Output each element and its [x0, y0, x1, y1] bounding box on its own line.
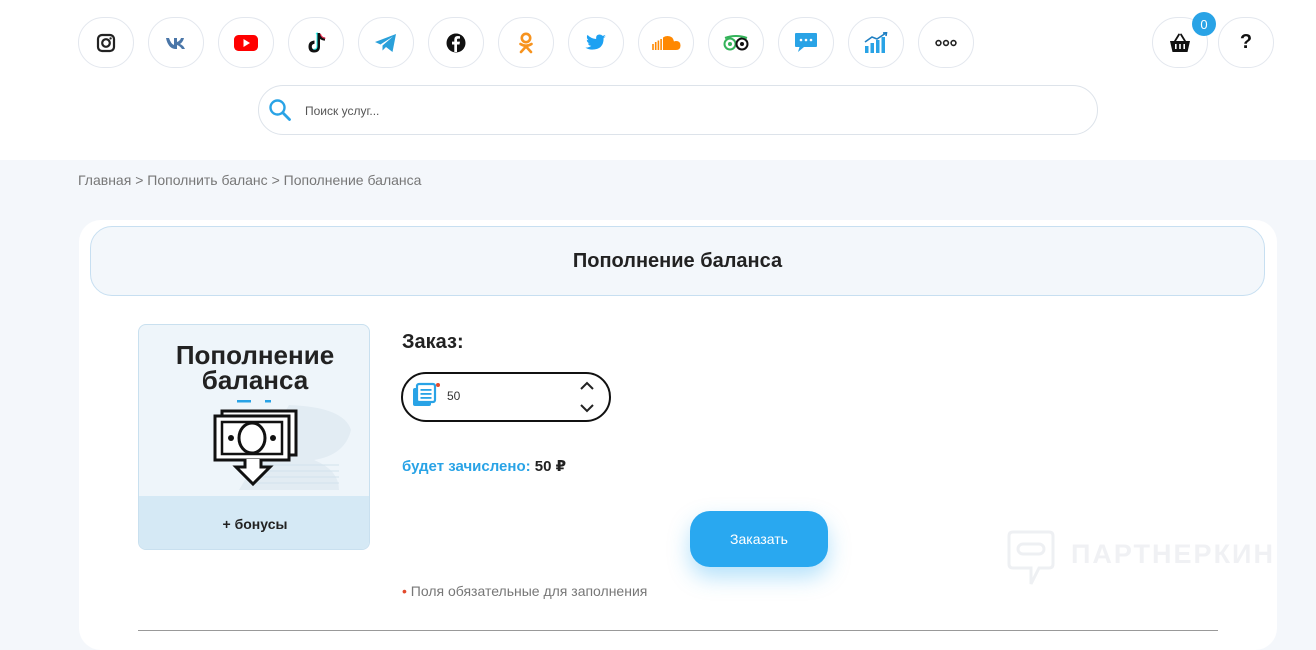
required-note-text: Поля обязательные для заполнения [410, 583, 648, 599]
telegram-icon[interactable] [358, 17, 414, 68]
breadcrumb-current: Пополнение баланса [283, 172, 422, 188]
stats-icon[interactable] [848, 17, 904, 68]
credited-label: будет зачислено: [402, 458, 531, 475]
quantity-stepper[interactable]: 50 [401, 372, 611, 422]
tripadvisor-icon[interactable] [708, 17, 764, 68]
order-label: Заказ: [402, 331, 464, 353]
required-fields-note: • Поля обязательные для заполнения [402, 583, 647, 599]
quantity-input[interactable]: 50 [447, 389, 460, 403]
breadcrumb-parent-link[interactable]: Пополнить баланс [147, 172, 267, 188]
help-button[interactable]: ? [1218, 17, 1274, 68]
required-marker: • [402, 583, 407, 599]
breadcrumb-separator: > [271, 172, 280, 188]
watermark: ПАРТНЕРКИН [1005, 530, 1275, 586]
watermark-text: ПАРТНЕРКИН [1071, 539, 1275, 569]
tiktok-icon[interactable] [288, 17, 344, 68]
promo-title-line2: баланса [201, 365, 309, 395]
search-icon[interactable] [268, 98, 292, 122]
promo-title: Пополнение баланса [139, 342, 369, 395]
credited-amount: будет зачислено: 50 ₽ [402, 457, 566, 475]
money-icon [213, 400, 351, 490]
breadcrumb-separator: > [135, 172, 144, 188]
twitter-icon[interactable] [568, 17, 624, 68]
instagram-icon[interactable] [78, 17, 134, 68]
page-title: Пополнение баланса [572, 249, 783, 272]
social-networks-nav [78, 17, 974, 68]
chevron-down-icon[interactable] [579, 402, 595, 414]
basket-icon [1170, 33, 1190, 52]
promo-bonus-label: + бонусы [139, 496, 369, 549]
soundcloud-icon[interactable] [638, 17, 694, 68]
more-icon[interactable] [918, 17, 974, 68]
order-submit-button[interactable]: Заказать [690, 511, 828, 567]
watermark-logo-icon [1007, 530, 1055, 585]
breadcrumb: Главная > Пополнить баланс > Пополнение … [78, 172, 421, 188]
vk-icon[interactable] [148, 17, 204, 68]
credited-value: 50 ₽ [534, 458, 567, 475]
facebook-icon[interactable] [428, 17, 484, 68]
card-header: Пополнение баланса [90, 226, 1265, 296]
message-icon[interactable] [778, 17, 834, 68]
breadcrumb-home-link[interactable]: Главная [78, 172, 131, 188]
list-icon [413, 382, 440, 406]
chevron-up-icon[interactable] [579, 380, 595, 392]
odnoklassniki-icon[interactable] [498, 17, 554, 68]
search-input[interactable] [303, 100, 1067, 122]
divider [138, 630, 1218, 631]
youtube-icon[interactable] [218, 17, 274, 68]
promo-image: Пополнение баланса + бонусы [138, 324, 370, 550]
search-bar [258, 85, 1098, 135]
cart-count-badge: 0 [1192, 12, 1216, 36]
help-label: ? [1239, 31, 1253, 53]
